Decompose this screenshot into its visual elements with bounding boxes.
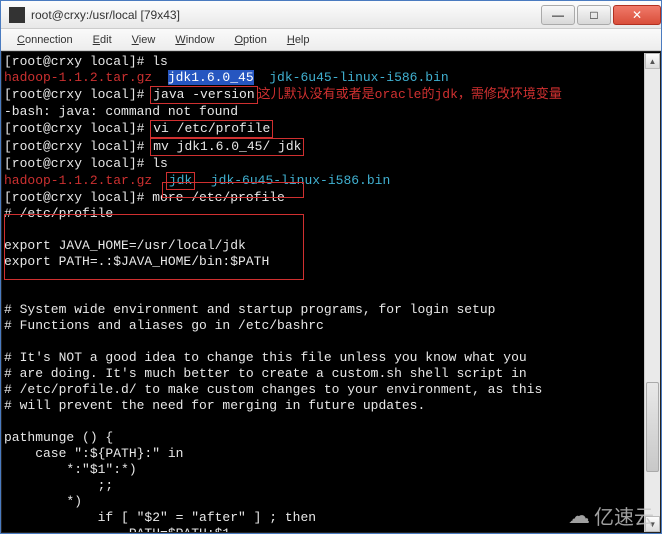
func-line: case ":${PATH}:" in — [4, 446, 658, 462]
app-icon — [9, 7, 25, 23]
window-title: root@crxy:/usr/local [79x43] — [31, 8, 539, 22]
title-bar[interactable]: root@crxy:/usr/local [79x43] — □ ✕ — [1, 1, 661, 29]
cmd-more: more /etc/profile — [152, 190, 285, 205]
scroll-up-button[interactable]: ▲ — [645, 53, 660, 69]
blank-line — [4, 222, 658, 238]
prompt: [root@crxy local]# — [4, 87, 152, 102]
export-path: export PATH=.:$JAVA_HOME/bin:$PATH — [4, 254, 658, 270]
maximize-button[interactable]: □ — [577, 5, 611, 25]
terminal-pane[interactable]: [root@crxy local]# ls hadoop-1.1.2.tar.g… — [1, 51, 661, 533]
menu-help[interactable]: Help — [277, 32, 320, 48]
func-line: pathmunge () { — [4, 430, 658, 446]
watermark: ☁ 亿速云 — [568, 501, 654, 530]
comment-line: # It's NOT a good idea to change this fi… — [4, 350, 658, 366]
file-bin: jdk-6u45-linux-i586.bin — [254, 70, 449, 85]
scroll-thumb[interactable] — [646, 382, 659, 472]
prompt: [root@crxy local]# — [4, 121, 152, 136]
func-line: PATH=$PATH:$1 — [4, 526, 658, 533]
comment-line: # /etc/profile.d/ to make custom changes… — [4, 382, 658, 398]
func-line: ;; — [4, 478, 658, 494]
cmd-ls: ls — [152, 156, 168, 171]
prompt: [root@crxy local]# — [4, 190, 152, 205]
comment-line: # System wide environment and startup pr… — [4, 302, 658, 318]
cmd-ls: ls — [152, 54, 168, 69]
file-tar: hadoop-1.1.2.tar.gz — [4, 70, 168, 85]
comment-line: # are doing. It's much better to create … — [4, 366, 658, 382]
func-line: *:"$1":*) — [4, 462, 658, 478]
minimize-button[interactable]: — — [541, 5, 575, 25]
annotation-text: 这儿默认没有或者是oracle的jdk，需修改环境变量 — [258, 87, 562, 102]
comment-line: # Functions and aliases go in /etc/bashr… — [4, 318, 658, 334]
menu-edit[interactable]: Edit — [83, 32, 122, 48]
menu-view[interactable]: View — [122, 32, 166, 48]
watermark-text: 亿速云 — [594, 501, 654, 530]
cmd-mv-jdk: mv jdk1.6.0_45/ jdk — [150, 138, 304, 156]
blank-line — [4, 414, 658, 430]
dir-jdk-selected: jdk1.6.0_45 — [168, 70, 254, 85]
cloud-icon: ☁ — [568, 503, 590, 529]
export-java-home: export JAVA_HOME=/usr/local/jdk — [4, 238, 658, 254]
app-window: root@crxy:/usr/local [79x43] — □ ✕ Conne… — [0, 0, 662, 534]
cmd-java-version: java -version — [150, 86, 257, 104]
blank-line — [4, 286, 658, 302]
comment-line: # will prevent the need for merging in f… — [4, 398, 658, 414]
scroll-track[interactable] — [645, 69, 660, 516]
dir-jdk: jdk — [166, 172, 195, 190]
menu-bar: Connection Edit View Window Option Help — [1, 29, 661, 51]
func-line: if [ "$2" = "after" ] ; then — [4, 510, 658, 526]
cmd-vi-profile: vi /etc/profile — [150, 120, 273, 138]
file-tar: hadoop-1.1.2.tar.gz — [4, 173, 168, 188]
prompt: [root@crxy local]# — [4, 139, 152, 154]
close-button[interactable]: ✕ — [613, 5, 661, 25]
vertical-scrollbar[interactable]: ▲ ▼ — [644, 53, 660, 532]
prompt: [root@crxy local]# — [4, 54, 152, 69]
menu-window[interactable]: Window — [165, 32, 224, 48]
blank-line — [4, 334, 658, 350]
bash-error: -bash: java: command not found — [4, 104, 238, 119]
file-bin: jdk-6u45-linux-i586.bin — [195, 173, 390, 188]
prompt: [root@crxy local]# — [4, 156, 152, 171]
menu-connection[interactable]: Connection — [7, 32, 83, 48]
blank-line — [4, 270, 658, 286]
profile-header: # /etc/profile — [4, 206, 658, 222]
func-line: *) — [4, 494, 658, 510]
menu-option[interactable]: Option — [224, 32, 276, 48]
